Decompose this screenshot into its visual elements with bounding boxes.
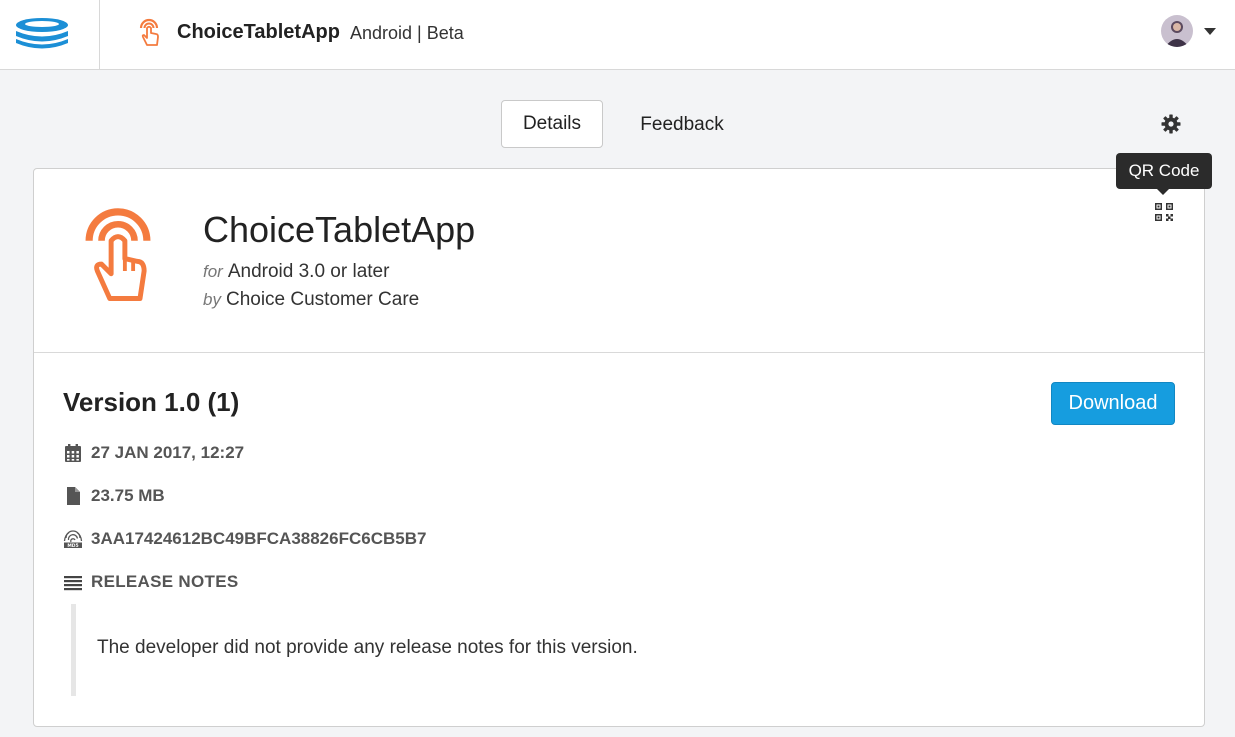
min-os-value: Android 3.0 or later — [227, 261, 390, 282]
md5-hash: 3AA17424612BC49BFCA38826FC6CB5B7 — [91, 529, 427, 548]
caret-down-icon[interactable] — [1204, 28, 1216, 36]
calendar-icon — [65, 444, 81, 462]
publisher-value: Choice Customer Care — [225, 289, 420, 310]
min-os-line: for Android 3.0 or later — [203, 261, 389, 283]
header-platform-meta: Android | Beta — [350, 23, 464, 43]
touch-hand-icon — [139, 18, 159, 46]
release-notes-quote-bar — [71, 604, 76, 696]
file-size-row: 23.75 MB — [63, 485, 165, 507]
fingerprint-icon: MD5 — [63, 530, 83, 549]
release-notes-text: The developer did not provide any releas… — [97, 637, 638, 658]
publisher-line: by Choice Customer Care — [203, 289, 419, 311]
logo-link[interactable] — [0, 0, 100, 70]
tab-feedback[interactable]: Feedback — [630, 101, 734, 149]
md5-hash-row: MD5 3AA17424612BC49BFCA38826FC6CB5B7 — [63, 528, 426, 550]
tooltip-arrow — [1157, 189, 1169, 195]
by-prefix: by — [203, 290, 221, 309]
for-prefix: for — [203, 262, 223, 281]
qr-code-icon[interactable] — [1154, 202, 1174, 222]
app-title: ChoiceTabletApp — [203, 209, 476, 250]
list-lines-icon — [64, 576, 82, 591]
gear-icon[interactable] — [1161, 114, 1181, 134]
release-date-row: 27 JAN 2017, 12:27 — [63, 442, 244, 464]
database-stack-logo-icon — [16, 18, 68, 49]
download-button[interactable]: Download — [1051, 382, 1175, 425]
touch-hand-large-icon — [85, 208, 151, 301]
release-notes-heading-row: RELEASE NOTES — [63, 571, 238, 593]
version-heading: Version 1.0 (1) — [63, 387, 240, 417]
tab-details[interactable]: Details — [501, 100, 603, 148]
qr-code-tooltip: QR Code — [1116, 153, 1212, 189]
release-notes-heading: RELEASE NOTES — [91, 572, 239, 591]
card-divider — [34, 352, 1204, 353]
top-bar: ChoiceTabletApp Android | Beta — [0, 0, 1235, 70]
release-date: 27 JAN 2017, 12:27 — [91, 443, 245, 462]
header-app-name[interactable]: ChoiceTabletApp — [177, 21, 340, 44]
file-size: 23.75 MB — [91, 486, 165, 505]
app-details-card: ChoiceTabletApp for Android 3.0 or later … — [33, 168, 1205, 727]
file-icon — [67, 487, 80, 505]
user-avatar[interactable] — [1161, 15, 1193, 47]
svg-text:MD5: MD5 — [67, 543, 78, 549]
